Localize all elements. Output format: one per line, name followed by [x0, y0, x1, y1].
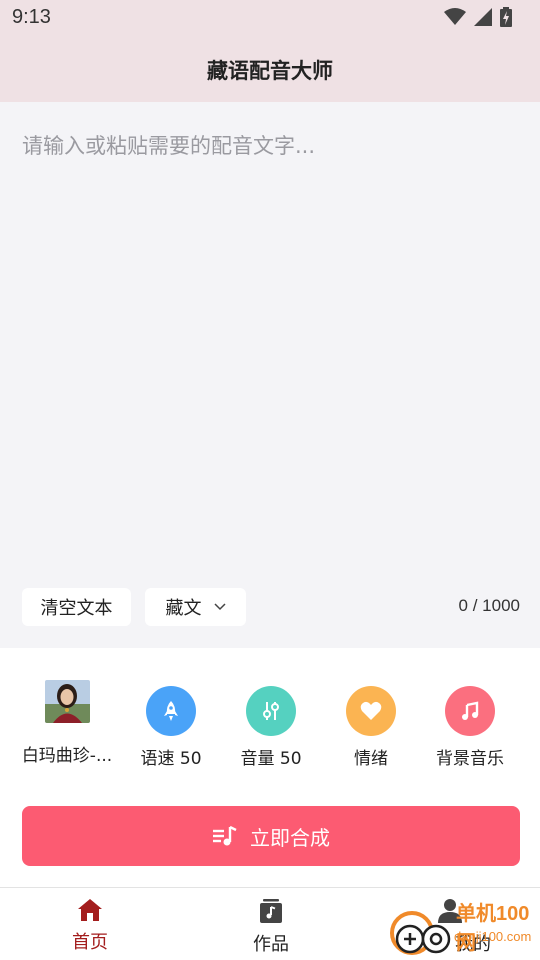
text-area-panel: 清空文本 藏文 0 / 1000	[0, 102, 540, 648]
synthesize-button[interactable]: 立即合成	[22, 806, 520, 866]
watermark-title: 单机100网	[456, 903, 530, 954]
bgm-circle	[445, 686, 495, 736]
speed-option[interactable]: 语速 50	[116, 670, 226, 769]
char-count: 0 / 1000	[458, 596, 520, 615]
wifi-icon	[444, 8, 466, 25]
emotion-circle	[346, 686, 396, 736]
options-row: 白玛曲珍-... 语速 50 音量 50 情绪 背景音乐	[0, 670, 540, 780]
home-icon	[78, 899, 102, 921]
voice-name: 白玛曲珍-...	[21, 746, 113, 766]
clear-text-button[interactable]: 清空文本	[22, 588, 131, 626]
heart-icon	[360, 701, 382, 720]
site-watermark: 单机100网 danji100.com	[388, 895, 540, 960]
emotion-option[interactable]: 情绪	[316, 670, 426, 769]
voice-avatar	[44, 680, 90, 723]
playlist-music-icon	[213, 825, 237, 846]
battery-icon	[500, 7, 512, 27]
status-bar: 9:13	[0, 0, 540, 36]
watermark-logo	[390, 911, 451, 955]
watermark-url: danji100.com	[454, 929, 532, 944]
music-note-icon	[462, 701, 479, 720]
language-select[interactable]: 藏文	[145, 588, 246, 626]
page-title: 藏语配音大师	[207, 59, 333, 83]
emotion-label: 情绪	[354, 749, 388, 769]
bgm-label: 背景音乐	[436, 749, 504, 769]
bgm-option[interactable]: 背景音乐	[415, 670, 525, 769]
works-icon	[260, 899, 282, 923]
nav-home[interactable]: 首页	[30, 898, 150, 954]
voice-selector[interactable]: 白玛曲珍-...	[12, 670, 122, 766]
rocket-icon	[164, 701, 178, 721]
equalizer-icon	[263, 702, 279, 720]
speed-circle	[146, 686, 196, 736]
nav-works-label: 作品	[253, 934, 289, 955]
chevron-down-icon	[213, 603, 226, 611]
speed-label: 语速 50	[140, 749, 202, 769]
dubbing-text-input[interactable]	[22, 130, 518, 570]
status-icons	[444, 7, 512, 27]
status-time: 9:13	[12, 6, 51, 28]
signal-icon	[474, 8, 492, 26]
nav-works[interactable]: 作品	[211, 898, 331, 956]
volume-label: 音量 50	[240, 749, 302, 769]
volume-circle	[246, 686, 296, 736]
volume-option[interactable]: 音量 50	[216, 670, 326, 769]
language-value: 藏文	[165, 598, 202, 619]
nav-home-label: 首页	[72, 932, 108, 953]
title-bar: 藏语配音大师	[0, 36, 540, 102]
synthesize-label: 立即合成	[250, 825, 330, 850]
